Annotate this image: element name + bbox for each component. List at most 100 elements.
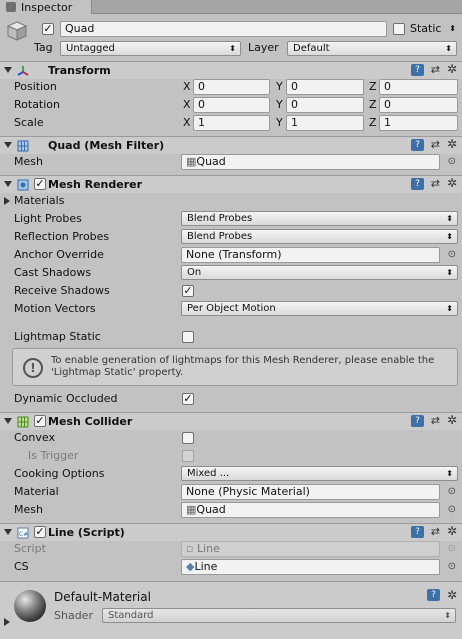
preset-icon[interactable]: ⇄ [431, 177, 440, 190]
script-value: Line [196, 542, 220, 555]
static-label: Static [410, 22, 442, 35]
mesh-collider-header[interactable]: ✓ Mesh Collider ? ⇄ ✲ [0, 412, 462, 430]
rotation-y-field[interactable]: 0 [286, 97, 364, 113]
scale-y-field[interactable]: 1 [286, 115, 364, 131]
gear-icon[interactable]: ✲ [447, 413, 457, 427]
physic-material-field[interactable]: None (Physic Material) [181, 484, 440, 500]
lightmap-static-checkbox[interactable] [182, 331, 194, 343]
name-field[interactable]: Quad [60, 21, 387, 37]
preset-icon[interactable]: ⇄ [431, 63, 440, 76]
mesh-filter-mesh-label: Mesh [14, 155, 43, 168]
light-probes-label: Light Probes [14, 212, 82, 225]
mesh-collider-enabled-checkbox[interactable]: ✓ [34, 415, 46, 427]
mesh-filter-header[interactable]: Quad (Mesh Filter) ? ⇄ ✲ [0, 136, 462, 154]
rotation-z-field[interactable]: 0 [379, 97, 458, 113]
help-book-icon[interactable]: ? [411, 526, 424, 538]
active-checkbox[interactable]: ✓ [42, 23, 54, 35]
object-picker-icon[interactable]: ⊙ [448, 561, 456, 572]
tag-dropdown[interactable]: Untagged ⬍ [60, 41, 241, 56]
tab-bar: Inspector [0, 0, 462, 14]
tab-inspector[interactable]: Inspector [0, 0, 92, 14]
material-help-book-icon[interactable]: ? [427, 589, 440, 601]
light-probes-dropdown[interactable]: Blend Probes ⬍ [181, 211, 458, 226]
static-checkbox[interactable] [393, 23, 405, 35]
material-preview-sphere [14, 590, 46, 622]
rotation-label: Rotation [14, 98, 61, 111]
preset-icon[interactable]: ⇄ [431, 138, 440, 151]
svg-text:C#: C# [19, 531, 28, 538]
mesh-collider-foldout-icon[interactable] [4, 418, 12, 424]
material-gear-icon[interactable]: ✲ [447, 588, 457, 602]
cooking-options-dropdown[interactable]: Mixed ... ⬍ [181, 466, 458, 481]
preset-icon[interactable]: ⇄ [431, 414, 440, 427]
tab-inspector-label: Inspector [21, 0, 73, 14]
cast-shadows-dropdown[interactable]: On ⬍ [181, 265, 458, 280]
reflection-probes-dropdown[interactable]: Blend Probes ⬍ [181, 229, 458, 244]
motion-vectors-dropdown[interactable]: Per Object Motion ⬍ [181, 301, 458, 316]
mesh-renderer-enabled-checkbox[interactable]: ✓ [34, 178, 46, 190]
position-y-field[interactable]: 0 [286, 79, 364, 95]
mesh-filter-mesh-field[interactable]: ▦Quad [181, 154, 440, 170]
reflection-probes-label: Reflection Probes [14, 230, 110, 243]
reflection-probes-value: Blend Probes [187, 231, 253, 242]
rotation-x-axis: X [183, 98, 191, 111]
object-picker-icon[interactable]: ⊙ [448, 504, 456, 515]
help-book-icon[interactable]: ? [411, 415, 424, 427]
anchor-override-field[interactable]: None (Transform) [181, 247, 440, 263]
mesh-renderer-foldout-icon[interactable] [4, 181, 12, 187]
materials-label[interactable]: Materials [14, 194, 64, 208]
receive-shadows-checkbox[interactable]: ✓ [182, 285, 194, 297]
material-foldout-icon[interactable] [4, 618, 10, 626]
line-script-enabled-checkbox[interactable]: ✓ [34, 526, 46, 538]
help-book-icon[interactable]: ? [411, 139, 424, 151]
transform-axes-icon [17, 66, 29, 76]
cooking-options-dropdown-arrow-icon: ⬍ [446, 469, 453, 478]
rotation-y-axis: Y [276, 98, 283, 111]
mesh-renderer-header[interactable]: ✓ Mesh Renderer ? ⇄ ✲ [0, 175, 462, 193]
light-probes-dropdown-arrow-icon: ⬍ [446, 214, 453, 223]
motion-vectors-value: Per Object Motion [187, 303, 276, 314]
physic-material-label: Material [14, 485, 59, 498]
script-field: ▫ Line [181, 541, 440, 557]
material-name: Default-Material [54, 590, 151, 604]
scale-z-field[interactable]: 1 [379, 115, 458, 131]
object-picker-icon[interactable]: ⊙ [448, 156, 456, 167]
rotation-x-field[interactable]: 0 [193, 97, 270, 113]
layer-value: Default [293, 43, 330, 54]
object-picker-icon[interactable]: ⊙ [448, 249, 456, 260]
cs-field[interactable]: ◆Line [181, 559, 440, 575]
cooking-options-label: Cooking Options [14, 467, 105, 480]
materials-foldout-icon[interactable] [4, 197, 10, 205]
scale-x-field[interactable]: 1 [193, 115, 270, 131]
object-picker-icon[interactable]: ⊙ [448, 486, 456, 497]
tag-value: Untagged [66, 43, 115, 54]
position-z-field[interactable]: 0 [379, 79, 458, 95]
convex-checkbox[interactable] [182, 432, 194, 444]
position-y-axis: Y [276, 80, 283, 93]
line-script-header[interactable]: C# ✓ Line (Script) ? ⇄ ✲ [0, 523, 462, 541]
gear-icon[interactable]: ✲ [447, 176, 457, 190]
static-dropdown[interactable]: ⬍ [444, 22, 458, 37]
scale-x-axis: X [183, 116, 191, 129]
lightmap-help-text: To enable generation of lightmaps for th… [51, 355, 435, 378]
transform-header[interactable]: Transform ? ⇄ ✲ [0, 61, 462, 79]
transform-foldout-icon[interactable] [4, 67, 12, 73]
mesh-filter-foldout-icon[interactable] [4, 142, 12, 148]
preset-icon[interactable]: ⇄ [431, 525, 440, 538]
help-book-icon[interactable]: ? [411, 64, 424, 76]
script-file-icon: ▫ [186, 542, 197, 555]
gear-icon[interactable]: ✲ [447, 524, 457, 538]
layer-dropdown[interactable]: Default ⬍ [287, 41, 457, 56]
position-z-axis: Z [369, 80, 377, 93]
dynamic-occluded-checkbox[interactable]: ✓ [182, 393, 194, 405]
gear-icon[interactable]: ✲ [447, 137, 457, 151]
help-book-icon[interactable]: ? [411, 178, 424, 190]
mesh-grid-icon: ▦ [186, 503, 197, 516]
mesh-collider-mesh-field[interactable]: ▦Quad [181, 502, 440, 518]
static-dropdown-arrow-icon: ⬍ [449, 24, 456, 33]
lightmap-static-label: Lightmap Static [14, 330, 101, 343]
line-script-foldout-icon[interactable] [4, 529, 12, 535]
gear-icon[interactable]: ✲ [447, 62, 457, 76]
shader-dropdown[interactable]: Standard ⬍ [102, 608, 456, 623]
position-x-field[interactable]: 0 [193, 79, 270, 95]
